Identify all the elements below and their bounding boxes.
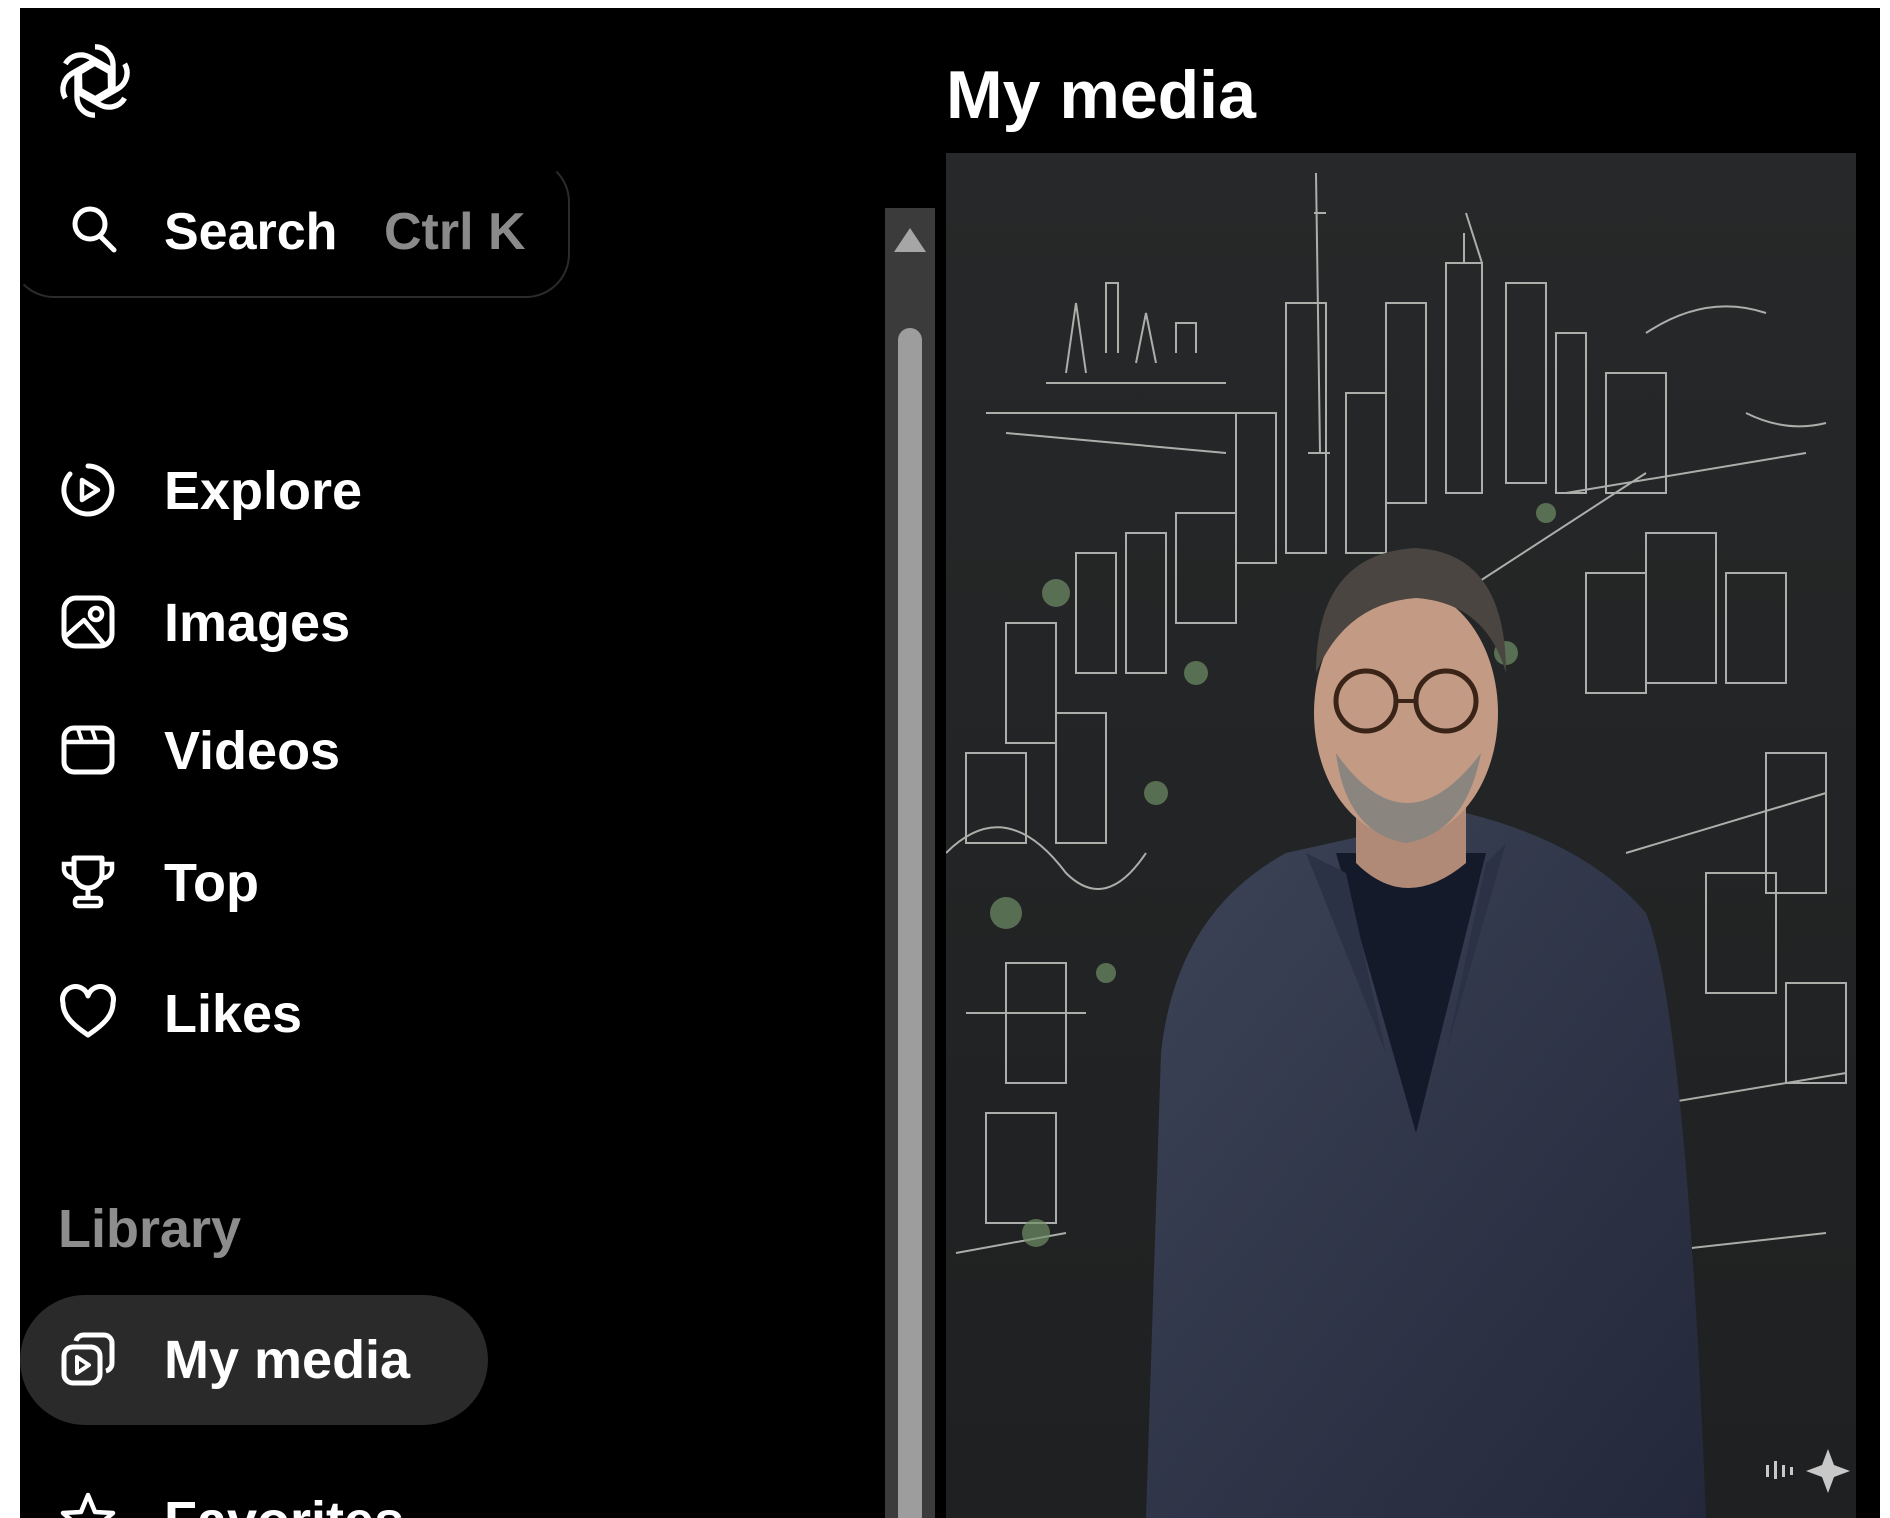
app-window: Search Ctrl K Explore Images Videos Top … [20,8,1880,1518]
nav-item-explore[interactable]: Explore [20,438,540,538]
nav-item-top[interactable]: Top [20,830,540,930]
nav-item-label: Favorites [164,1490,404,1518]
nav-item-label: Likes [164,984,303,1044]
video-icon [58,720,118,780]
scrollbar-thumb[interactable] [898,328,922,1518]
play-circle-icon [58,460,118,520]
nav-item-label: Videos [164,721,341,781]
heart-icon [58,983,118,1043]
nav-item-favorites[interactable]: Favorites [20,1468,540,1518]
nav-item-images[interactable]: Images [20,570,540,670]
trophy-icon [58,852,118,912]
nav-item-likes[interactable]: Likes [20,961,540,1061]
page-title: My media [946,57,1256,133]
media-thumbnail[interactable] [946,153,1856,1518]
nav-item-label: My media [164,1330,411,1390]
media-stack-icon [58,1329,118,1389]
nav-item-videos[interactable]: Videos [20,698,540,798]
nav-item-label: Images [164,593,351,653]
image-icon [58,592,118,652]
star-icon [58,1490,118,1518]
openai-logo-icon[interactable] [50,36,140,126]
media-image [946,153,1856,1518]
search-shortcut-hint: Ctrl K [384,203,526,261]
scroll-up-arrow-icon[interactable] [893,226,927,254]
search-label[interactable]: Search [164,202,337,262]
nav-item-label: Top [164,853,259,913]
search-icon[interactable] [66,202,120,256]
library-section-title: Library [58,1199,242,1259]
nav-item-label: Explore [164,461,363,521]
nav-item-my-media[interactable]: My media [20,1295,488,1425]
